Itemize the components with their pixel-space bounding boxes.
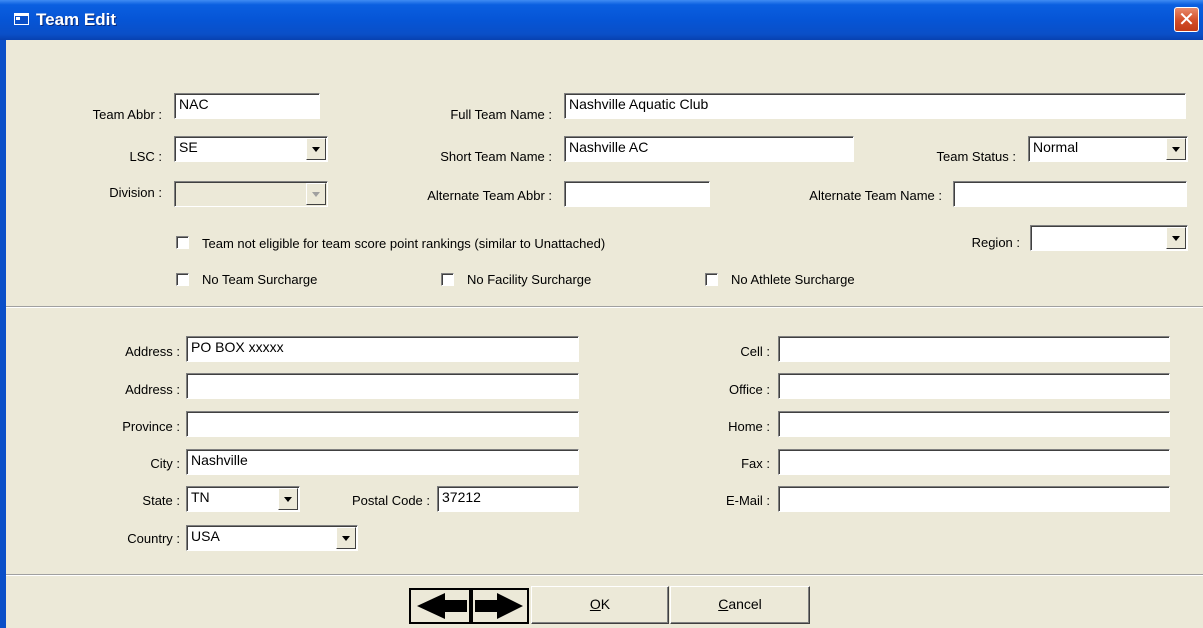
alternate-team-name-input[interactable] — [953, 181, 1187, 207]
no-team-surcharge-label: No Team Surcharge — [202, 272, 318, 287]
team-status-select[interactable]: Normal — [1028, 136, 1188, 162]
address1-label: Address : — [125, 344, 180, 359]
close-icon: ✕ — [1178, 7, 1195, 31]
not-eligible-label: Team not eligible for team score point r… — [202, 236, 606, 251]
region-label: Region : — [971, 235, 1020, 250]
state-value: TN — [191, 489, 210, 505]
chevron-down-icon[interactable] — [1166, 138, 1186, 160]
address1-input[interactable]: PO BOX xxxxx — [186, 336, 579, 362]
office-input[interactable] — [778, 373, 1170, 399]
not-eligible-checkbox[interactable] — [176, 236, 189, 249]
button-bar-divider — [6, 574, 1203, 576]
no-team-surcharge-checkbox[interactable] — [176, 273, 189, 286]
section-divider — [6, 306, 1203, 308]
lsc-label: LSC : — [129, 149, 162, 164]
team-status-label: Team Status : — [936, 149, 1016, 164]
window-icon — [14, 13, 29, 25]
province-label: Province : — [122, 419, 180, 434]
short-team-name-label: Short Team Name : — [440, 149, 552, 164]
arrow-left-icon — [417, 593, 467, 619]
team-abbr-input[interactable]: NAC — [174, 93, 320, 119]
ok-accelerator: O — [589, 596, 601, 612]
lsc-select[interactable]: SE — [174, 136, 328, 162]
ok-button[interactable]: OK — [531, 586, 669, 624]
team-abbr-label: Team Abbr : — [92, 107, 162, 122]
full-team-name-label: Full Team Name : — [450, 107, 552, 122]
window-title: Team Edit — [36, 10, 116, 29]
ok-label: K — [600, 596, 611, 612]
short-team-name-input[interactable]: Nashville AC — [564, 136, 854, 162]
region-select[interactable] — [1030, 225, 1188, 251]
next-button[interactable] — [471, 588, 529, 624]
division-label: Division : — [109, 185, 162, 200]
chevron-down-icon[interactable] — [306, 138, 326, 160]
team-status-value: Normal — [1033, 139, 1079, 155]
fax-input[interactable] — [778, 449, 1170, 475]
no-athlete-surcharge-label: No Athlete Surcharge — [731, 272, 855, 287]
chevron-down-icon[interactable] — [306, 183, 326, 205]
lsc-value: SE — [179, 139, 198, 155]
country-label: Country : — [127, 531, 180, 546]
state-label: State : — [142, 493, 180, 508]
email-input[interactable] — [778, 486, 1170, 512]
home-input[interactable] — [778, 411, 1170, 437]
alternate-team-abbr-input[interactable] — [564, 181, 710, 207]
cell-label: Cell : — [740, 344, 770, 359]
country-select[interactable]: USA — [186, 525, 358, 551]
alternate-team-abbr-label: Alternate Team Abbr : — [427, 188, 552, 203]
full-team-name-input[interactable]: Nashville Aquatic Club — [564, 93, 1186, 119]
home-label: Home : — [728, 419, 770, 434]
chevron-down-icon[interactable] — [1166, 227, 1186, 249]
close-button[interactable]: ✕ — [1174, 7, 1199, 32]
fax-label: Fax : — [741, 456, 770, 471]
province-input[interactable] — [186, 411, 579, 437]
address2-label: Address : — [125, 382, 180, 397]
city-input[interactable]: Nashville — [186, 449, 579, 475]
title-bar[interactable]: Team Edit ✕ — [0, 0, 1203, 40]
postal-code-input[interactable]: 37212 — [437, 486, 579, 512]
arrow-right-icon — [475, 593, 523, 619]
cell-input[interactable] — [778, 336, 1170, 362]
no-facility-surcharge-label: No Facility Surcharge — [467, 272, 592, 287]
previous-button[interactable] — [409, 588, 471, 624]
email-label: E-Mail : — [725, 493, 770, 508]
chevron-down-icon[interactable] — [336, 527, 356, 549]
postal-code-label: Postal Code : — [351, 493, 430, 508]
no-athlete-surcharge-checkbox[interactable] — [705, 273, 718, 286]
address2-input[interactable] — [186, 373, 579, 399]
no-facility-surcharge-checkbox[interactable] — [441, 273, 454, 286]
cancel-button[interactable]: Cancel — [670, 586, 810, 624]
division-select[interactable] — [174, 181, 328, 207]
chevron-down-icon[interactable] — [278, 488, 298, 510]
team-edit-dialog: Team Edit ✕ Team Abbr : NAC Full Team Na… — [0, 0, 1203, 628]
alternate-team-name-label: Alternate Team Name : — [809, 188, 942, 203]
state-select[interactable]: TN — [186, 486, 300, 512]
office-label: Office : — [729, 382, 770, 397]
cancel-label: ancel — [728, 596, 762, 612]
cancel-accelerator: C — [718, 596, 729, 612]
window-border — [0, 40, 6, 628]
country-value: USA — [191, 528, 220, 544]
city-label: City : — [150, 456, 180, 471]
